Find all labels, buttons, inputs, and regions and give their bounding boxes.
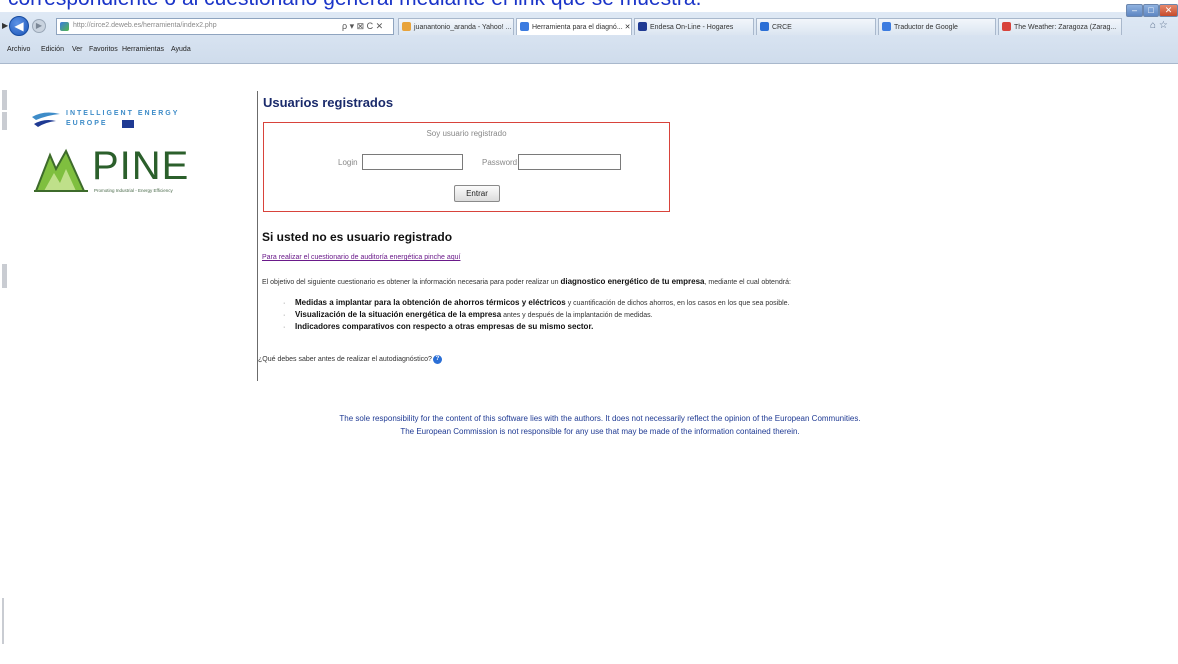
tab-label: juanantonio_aranda - Yahoo! ... <box>414 24 512 31</box>
tab-endesa[interactable]: Endesa On-Line - Hogares <box>634 18 754 35</box>
pine-logo: PINE Promoting Industrial - Energy Effic… <box>30 143 205 201</box>
benefit-rest: antes y después de la implantación de me… <box>501 312 653 319</box>
maximize-button[interactable]: □ <box>1143 4 1159 17</box>
password-input[interactable] <box>518 154 621 170</box>
benefit-bold: Indicadores comparativos con respecto a … <box>295 322 594 331</box>
iee-swoosh-icon <box>32 112 60 127</box>
content-divider <box>257 91 258 381</box>
tab-traductor[interactable]: Traductor de Google <box>878 18 996 35</box>
tab-label: Traductor de Google <box>894 24 958 31</box>
left-edge-scrollbar <box>0 64 12 664</box>
tab-label: Herramienta para el diagnó... ✕ <box>532 24 631 31</box>
tab-yahoo[interactable]: juanantonio_aranda - Yahoo! ... <box>398 18 514 35</box>
collapse-arrow-icon[interactable]: ▶ <box>2 21 8 30</box>
menu-favoritos[interactable]: Favoritos <box>89 46 118 53</box>
bullet-icon: · <box>283 312 286 319</box>
password-label: Password <box>482 158 518 167</box>
minimize-button[interactable]: – <box>1126 4 1143 17</box>
login-label: Login <box>338 158 358 167</box>
endesa-favicon-icon <box>638 22 647 31</box>
help-icon[interactable]: ? <box>432 355 442 364</box>
benefit-rest: y cuantificación de dichos ahorros, en l… <box>565 300 790 307</box>
intro-bold: diagnostico energético de tu empresa <box>560 277 705 286</box>
benefits-list: · Medidas a implantar para la obtención d… <box>283 298 790 334</box>
navigation-bar: ▶ ◀ ▶ http://circe2.deweb.es/herramienta… <box>0 4 1178 40</box>
edge-mark <box>2 112 7 130</box>
iee-line2: EUROPE <box>66 120 108 127</box>
intro-paragraph: El objetivo del siguiente cuestionario e… <box>262 277 791 286</box>
entrar-button[interactable]: Entrar <box>454 185 500 202</box>
caption-text: correspondiente o al cuestionario genera… <box>8 0 701 11</box>
menu-ver[interactable]: Ver <box>72 46 83 53</box>
caption-strip: correspondiente o al cuestionario genera… <box>0 0 1178 12</box>
menu-herramientas[interactable]: Herramientas <box>122 46 164 53</box>
intro-end: , mediante el cual obtendrá: <box>704 279 791 286</box>
address-bar[interactable]: http://circe2.deweb.es/herramienta/index… <box>56 18 394 35</box>
weather-favicon-icon <box>1002 22 1011 31</box>
login-caption: Soy usuario registrado <box>426 129 507 138</box>
registered-users-title: Usuarios registrados <box>263 95 394 110</box>
home-favorites-icon[interactable]: ⌂ ☆ <box>1150 20 1168 31</box>
menu-archivo[interactable]: Archivo <box>7 46 30 53</box>
benefit-bold: Medidas a implantar para la obtención de… <box>295 298 566 307</box>
ie-favicon-icon <box>520 22 529 31</box>
eu-disclaimer: The sole responsibility for the content … <box>200 412 1000 438</box>
bullet-icon: · <box>283 300 286 307</box>
list-item: · Visualización de la situación energétic… <box>283 310 790 322</box>
disclaimer-line1: The sole responsibility for the content … <box>339 414 861 423</box>
disclaimer-line2: The European Commission is not responsib… <box>400 427 800 436</box>
yahoo-favicon-icon <box>402 22 411 31</box>
tab-label: CRCE <box>772 24 792 31</box>
back-button[interactable]: ◀ <box>9 16 29 36</box>
eu-flag-icon <box>122 120 134 128</box>
menu-edicion[interactable]: Edición <box>41 46 64 53</box>
question-text: ¿Qué debes saber antes de realizar el au… <box>258 356 432 363</box>
tab-weather[interactable]: The Weather: Zaragoza (Zarag... <box>998 18 1122 35</box>
menu-ayuda[interactable]: Ayuda <box>171 46 191 53</box>
google-favicon-icon <box>882 22 891 31</box>
unregistered-users-title: Si usted no es usuario registrado <box>262 230 453 244</box>
list-item: · Medidas a implantar para la obtención d… <box>283 298 790 310</box>
tab-crce[interactable]: CRCE <box>756 18 876 35</box>
tab-herramienta[interactable]: Herramienta para el diagnó... ✕ <box>516 18 632 35</box>
edge-mark <box>2 598 4 644</box>
edge-mark <box>2 90 7 110</box>
pine-mark-icon <box>34 148 88 192</box>
list-item: · Indicadores comparativos con respecto a… <box>283 322 790 334</box>
intro-start: El objetivo del siguiente cuestionario e… <box>262 279 561 286</box>
browser-chrome: ▶ ◀ ▶ http://circe2.deweb.es/herramienta… <box>0 4 1178 64</box>
menu-bar: Archivo Edición Ver Favoritos Herramient… <box>0 46 1178 60</box>
window-controls: – □ ✕ <box>1126 4 1178 18</box>
url-text: http://circe2.deweb.es/herramienta/index… <box>73 22 217 29</box>
benefit-bold: Visualización de la situación energética… <box>295 310 502 319</box>
tab-label: The Weather: Zaragoza (Zarag... <box>1014 24 1117 31</box>
pine-wordmark: PINE <box>92 144 190 188</box>
close-button[interactable]: ✕ <box>1159 4 1178 17</box>
pine-tagline: Promoting Industrial - Energy Efficiency <box>94 188 173 193</box>
forward-button[interactable]: ▶ <box>32 19 46 33</box>
login-input[interactable] <box>362 154 463 170</box>
address-tools-icon[interactable]: ρ ▾ ⊠ C ✕ <box>342 21 383 32</box>
iee-line1: INTELLIGENT ENERGY <box>66 110 180 117</box>
tab-label: Endesa On-Line - Hogares <box>650 24 734 31</box>
page-favicon-icon <box>60 22 69 31</box>
intelligent-energy-europe-logo: INTELLIGENT ENERGY EUROPE <box>30 107 220 137</box>
login-form: Soy usuario registrado Login Password En… <box>263 122 670 212</box>
bullet-icon: · <box>283 324 286 331</box>
pre-diagnostic-question: ¿Qué debes saber antes de realizar el au… <box>258 355 442 364</box>
edge-mark <box>2 264 7 288</box>
crce-favicon-icon <box>760 22 769 31</box>
audit-questionnaire-link[interactable]: Para realizar el cuestionario de auditor… <box>262 254 460 261</box>
logo-column: INTELLIGENT ENERGY EUROPE PINE Promoting… <box>30 105 220 205</box>
